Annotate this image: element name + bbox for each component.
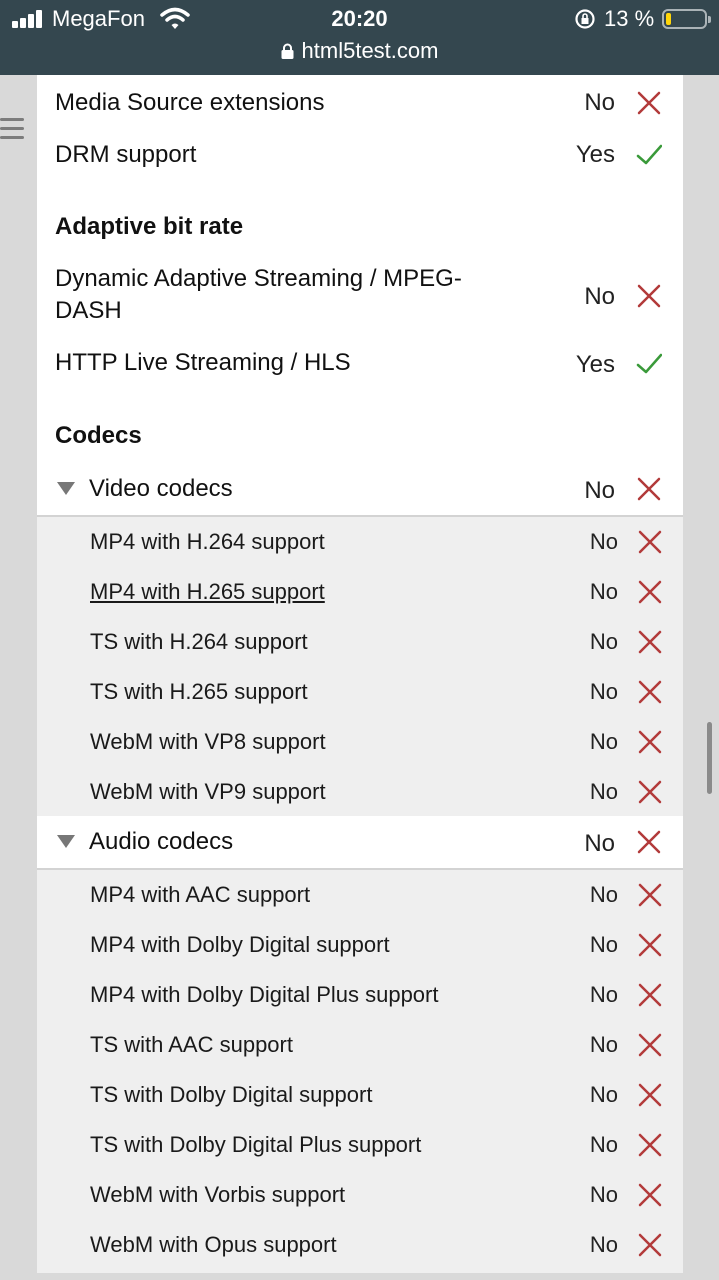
group-result: No	[584, 830, 615, 857]
expand-triangle-icon[interactable]	[57, 835, 75, 848]
codec-label: TS with Dolby Digital Plus support	[90, 1132, 422, 1157]
list-item: WebM with VP8 support No	[37, 717, 683, 767]
feature-label: HTTP Live Streaming / HLS	[55, 349, 351, 376]
feature-result: No	[584, 283, 615, 310]
codec-label: TS with AAC support	[90, 1032, 293, 1057]
cross-icon	[638, 1183, 662, 1207]
feature-row-hls: HTTP Live Streaming / HLS Yes	[37, 337, 683, 389]
status-bar: MegaFon 20:20 13 % html5test.com	[0, 0, 719, 75]
codec-result: No	[589, 629, 618, 654]
codec-result: No	[589, 729, 618, 754]
check-icon	[636, 353, 662, 374]
feature-row-drm: DRM support Yes	[37, 127, 683, 179]
codec-label: MP4 with Dolby Digital support	[90, 932, 390, 957]
list-item: TS with Dolby Digital Plus support No	[37, 1120, 683, 1170]
section-heading-adaptive: Adaptive bit rate	[55, 213, 244, 240]
group-row-video-codecs[interactable]: Video codecs No	[37, 463, 683, 515]
codec-label: WebM with VP8 support	[90, 729, 326, 754]
codec-label: WebM with Opus support	[90, 1232, 337, 1257]
cross-icon	[638, 1233, 662, 1257]
list-item: TS with AAC support No	[37, 1020, 683, 1070]
section-heading-codecs: Codecs	[55, 422, 142, 449]
cross-icon	[637, 91, 661, 115]
codec-result: No	[589, 1232, 618, 1257]
list-item: MP4 with H.265 support No	[37, 567, 683, 617]
codec-label: WebM with Vorbis support	[90, 1182, 346, 1207]
list-item: WebM with Opus support No	[37, 1220, 683, 1270]
orientation-lock-icon	[575, 9, 595, 29]
feature-result: No	[584, 89, 615, 116]
cross-icon	[638, 933, 662, 957]
cross-icon	[638, 780, 662, 804]
cross-icon	[637, 477, 661, 501]
feature-label: DRM support	[55, 141, 197, 168]
codec-result: No	[589, 982, 618, 1007]
codec-result: No	[589, 579, 618, 604]
codec-result: No	[589, 932, 618, 957]
group-label: Audio codecs	[89, 828, 234, 855]
list-item: WebM with Vorbis support No	[37, 1170, 683, 1220]
feature-label: Dynamic Adaptive Streaming / MPEG-DASH	[55, 265, 462, 324]
list-item: MP4 with AAC support No	[37, 870, 683, 920]
codec-label: TS with Dolby Digital support	[90, 1082, 373, 1107]
codec-label: TS with H.265 support	[90, 679, 308, 704]
menu-icon[interactable]	[0, 118, 24, 146]
results-panel: Media Source extensions No DRM support Y…	[37, 75, 683, 1273]
list-item: MP4 with Dolby Digital Plus support No	[37, 970, 683, 1020]
codec-label: MP4 with H.264 support	[90, 529, 325, 554]
codec-label-link[interactable]: MP4 with H.265 support	[90, 567, 325, 617]
cross-icon	[638, 883, 662, 907]
codec-result: No	[589, 1182, 618, 1207]
cross-icon	[638, 1033, 662, 1057]
codec-label: MP4 with Dolby Digital Plus support	[90, 982, 439, 1007]
feature-result: Yes	[575, 141, 615, 168]
url-text: html5test.com	[301, 38, 439, 63]
group-result: No	[584, 477, 615, 504]
cross-icon	[638, 530, 662, 554]
codec-label: TS with H.264 support	[90, 629, 308, 654]
cross-icon	[637, 284, 661, 308]
battery-percent: 13 %	[604, 6, 655, 31]
codec-result: No	[589, 779, 618, 804]
cross-icon	[638, 630, 662, 654]
codec-result: No	[589, 1082, 618, 1107]
codec-result: No	[589, 1132, 618, 1157]
scrollbar[interactable]	[707, 722, 712, 794]
expand-triangle-icon[interactable]	[57, 482, 75, 495]
check-icon	[636, 144, 662, 165]
battery-icon	[662, 9, 711, 29]
cross-icon	[637, 830, 661, 854]
cross-icon	[638, 1083, 662, 1107]
codec-label: WebM with VP9 support	[90, 779, 326, 804]
cross-icon	[638, 983, 662, 1007]
cross-icon	[638, 680, 662, 704]
codec-result: No	[589, 882, 618, 907]
group-row-audio-codecs[interactable]: Audio codecs No	[37, 816, 683, 868]
list-item: TS with Dolby Digital support No	[37, 1070, 683, 1120]
list-item: MP4 with H.264 support No	[37, 517, 683, 567]
audio-codecs-list: MP4 with AAC support No MP4 with Dolby D…	[37, 868, 683, 1273]
list-item: TS with H.265 support No	[37, 667, 683, 717]
feature-row-dash: Dynamic Adaptive Streaming / MPEG-DASH N…	[37, 261, 683, 331]
cross-icon	[638, 580, 662, 604]
feature-result: Yes	[575, 351, 615, 378]
codec-result: No	[589, 1032, 618, 1057]
padlock-icon	[281, 43, 294, 59]
cross-icon	[638, 730, 662, 754]
group-label: Video codecs	[89, 475, 233, 502]
cross-icon	[638, 1133, 662, 1157]
codec-label: MP4 with AAC support	[90, 882, 311, 907]
list-item: WebM with VP9 support No	[37, 767, 683, 817]
list-item: MP4 with Dolby Digital support No	[37, 920, 683, 970]
codec-result: No	[589, 529, 618, 554]
codec-result: No	[589, 679, 618, 704]
address-bar[interactable]: html5test.com	[0, 38, 719, 64]
feature-label: Media Source extensions	[55, 89, 325, 116]
video-codecs-list: MP4 with H.264 support No MP4 with H.265…	[37, 515, 683, 816]
list-item: TS with H.264 support No	[37, 617, 683, 667]
feature-row-mse: Media Source extensions No	[37, 75, 683, 127]
